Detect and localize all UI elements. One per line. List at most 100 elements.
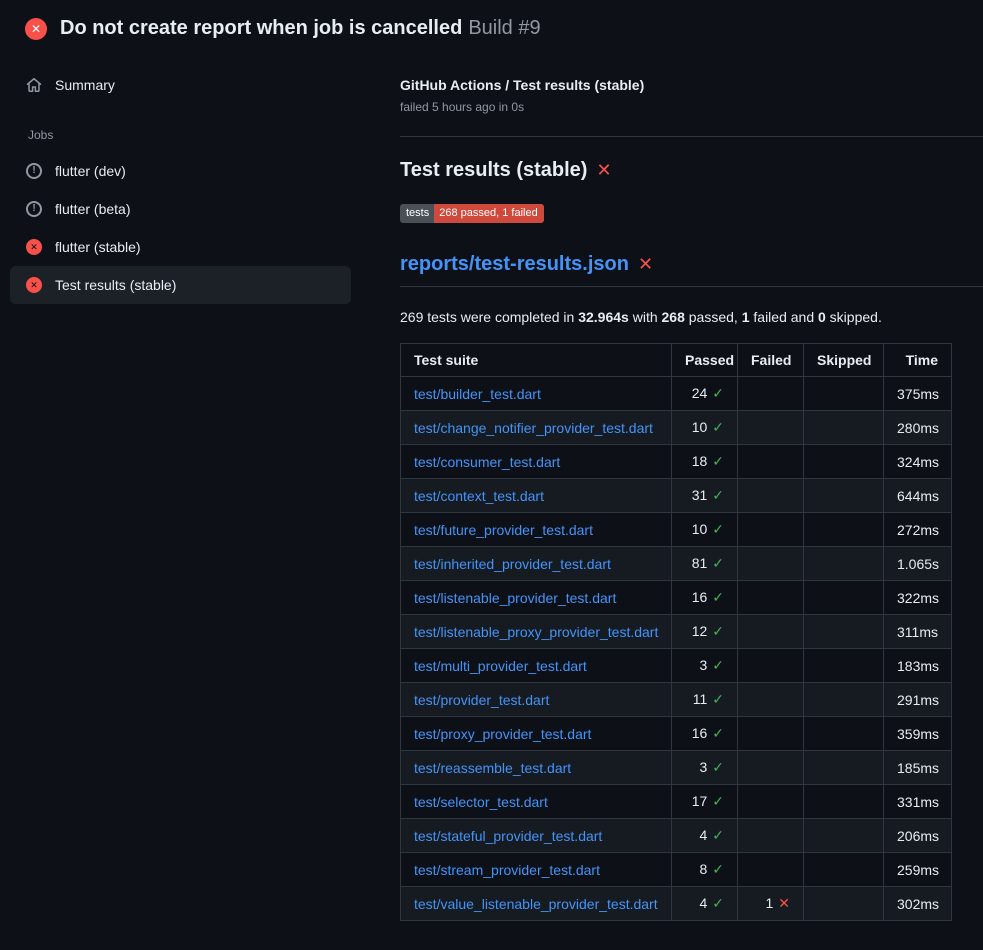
time-cell: 322ms xyxy=(884,581,952,615)
suite-cell: test/provider_test.dart xyxy=(401,683,672,717)
summary-text: with xyxy=(629,309,662,325)
sidebar-item-summary[interactable]: Summary xyxy=(10,66,351,104)
count-value: 3 xyxy=(699,759,707,775)
time-cell: 291ms xyxy=(884,683,952,717)
alert-circle-icon: ! xyxy=(26,201,42,217)
check-icon: ✓ xyxy=(712,521,724,537)
run-meta: failed 5 hours ago in 0s xyxy=(400,100,951,114)
check-icon: ✓ xyxy=(712,793,724,809)
test-suite-link[interactable]: test/proxy_provider_test.dart xyxy=(414,726,591,742)
check-icon: ✓ xyxy=(712,453,724,469)
passed-cell: 18✓ xyxy=(672,445,738,479)
test-suite-link[interactable]: test/consumer_test.dart xyxy=(414,454,560,470)
test-suite-row: test/context_test.dart31✓644ms xyxy=(401,479,952,513)
test-suite-link[interactable]: test/inherited_provider_test.dart xyxy=(414,556,611,572)
skipped-cell xyxy=(804,751,884,785)
breadcrumb: GitHub Actions / Test results (stable) xyxy=(400,77,951,93)
table-body: test/builder_test.dart24✓375mstest/chang… xyxy=(401,377,952,921)
suite-cell: test/listenable_proxy_provider_test.dart xyxy=(401,615,672,649)
suite-cell: test/builder_test.dart xyxy=(401,377,672,411)
test-suite-link[interactable]: test/context_test.dart xyxy=(414,488,544,504)
count-value: 8 xyxy=(699,861,707,877)
x-circle-icon: ✕ xyxy=(26,239,42,255)
skipped-cell xyxy=(804,411,884,445)
suite-cell: test/multi_provider_test.dart xyxy=(401,649,672,683)
test-suite-link[interactable]: test/stateful_provider_test.dart xyxy=(414,828,602,844)
sidebar-jobs-heading: Jobs xyxy=(10,104,351,152)
sidebar-item-test-results-stable[interactable]: ✕Test results (stable) xyxy=(10,266,351,304)
count-value: 4 xyxy=(699,895,707,911)
time-cell: 185ms xyxy=(884,751,952,785)
test-suite-link[interactable]: test/provider_test.dart xyxy=(414,692,549,708)
suite-cell: test/change_notifier_provider_test.dart xyxy=(401,411,672,445)
report-file-heading: reports/test-results.json ✕ xyxy=(400,253,983,287)
failed-cell xyxy=(738,751,804,785)
passed-cell: 81✓ xyxy=(672,547,738,581)
passed-cell: 17✓ xyxy=(672,785,738,819)
time-cell: 331ms xyxy=(884,785,952,819)
test-suite-link[interactable]: test/listenable_proxy_provider_test.dart xyxy=(414,624,658,640)
alert-circle-icon: ! xyxy=(26,163,42,179)
job-label: flutter (beta) xyxy=(55,201,130,217)
suite-cell: test/proxy_provider_test.dart xyxy=(401,717,672,751)
count-value: 31 xyxy=(692,487,708,503)
passed-cell: 11✓ xyxy=(672,683,738,717)
test-suite-link[interactable]: test/reassemble_test.dart xyxy=(414,760,571,776)
passed-cell: 16✓ xyxy=(672,717,738,751)
skipped-cell xyxy=(804,547,884,581)
header-divider xyxy=(400,136,983,137)
column-header-passed: Passed xyxy=(672,344,738,377)
skipped-cell xyxy=(804,683,884,717)
check-icon: ✓ xyxy=(712,623,724,639)
failed-cell xyxy=(738,853,804,887)
count-value: 16 xyxy=(692,725,708,741)
test-suite-row: test/future_provider_test.dart10✓272ms xyxy=(401,513,952,547)
test-suite-link[interactable]: test/builder_test.dart xyxy=(414,386,541,402)
sidebar-summary-label: Summary xyxy=(55,77,115,93)
job-label: flutter (stable) xyxy=(55,239,141,255)
suite-cell: test/selector_test.dart xyxy=(401,785,672,819)
build-number: Build #9 xyxy=(468,17,540,39)
count-value: 10 xyxy=(692,419,708,435)
failed-cell xyxy=(738,819,804,853)
test-suite-link[interactable]: test/listenable_provider_test.dart xyxy=(414,590,616,606)
check-section-title: Test results (stable) ✕ xyxy=(400,159,951,182)
test-suite-link[interactable]: test/multi_provider_test.dart xyxy=(414,658,587,674)
time-cell: 375ms xyxy=(884,377,952,411)
test-suite-link[interactable]: test/change_notifier_provider_test.dart xyxy=(414,420,653,436)
column-header-test-suite: Test suite xyxy=(401,344,672,377)
passed-cell: 4✓ xyxy=(672,887,738,921)
sidebar-item-flutter-stable[interactable]: ✕ flutter (stable) xyxy=(10,228,351,266)
report-file-link[interactable]: reports/test-results.json xyxy=(400,253,629,276)
failed-cell xyxy=(738,411,804,445)
test-suite-link[interactable]: test/selector_test.dart xyxy=(414,794,548,810)
failed-cell xyxy=(738,377,804,411)
test-suite-row: test/inherited_provider_test.dart81✓1.06… xyxy=(401,547,952,581)
check-icon: ✓ xyxy=(712,827,724,843)
check-icon: ✓ xyxy=(712,759,724,775)
skipped-cell xyxy=(804,717,884,751)
summary-failed-count: 1 xyxy=(742,309,750,325)
summary-text: passed, xyxy=(685,309,742,325)
check-run-page: ✕ Do not create report when job is cance… xyxy=(0,0,983,945)
sidebar-item-flutter-beta[interactable]: ! flutter (beta) xyxy=(10,190,351,228)
passed-cell: 10✓ xyxy=(672,513,738,547)
check-title: Do not create report when job is cancell… xyxy=(60,17,462,39)
skipped-cell xyxy=(804,887,884,921)
check-icon: ✓ xyxy=(712,487,724,503)
count-value: 16 xyxy=(692,589,708,605)
sidebar-item-flutter-dev[interactable]: !flutter (dev) xyxy=(10,152,351,190)
passed-cell: 3✓ xyxy=(672,751,738,785)
skipped-cell xyxy=(804,853,884,887)
count-value: 17 xyxy=(692,793,708,809)
suite-cell: test/value_listenable_provider_test.dart xyxy=(401,887,672,921)
test-suite-row: test/proxy_provider_test.dart16✓359ms xyxy=(401,717,952,751)
test-suite-link[interactable]: test/stream_provider_test.dart xyxy=(414,862,600,878)
count-value: 4 xyxy=(699,827,707,843)
test-suite-row: test/listenable_proxy_provider_test.dart… xyxy=(401,615,952,649)
summary-text: skipped. xyxy=(826,309,882,325)
test-suite-link[interactable]: test/value_listenable_provider_test.dart xyxy=(414,896,658,912)
failed-cell xyxy=(738,649,804,683)
test-suite-link[interactable]: test/future_provider_test.dart xyxy=(414,522,593,538)
x-circle-icon: ✕ xyxy=(26,277,42,293)
